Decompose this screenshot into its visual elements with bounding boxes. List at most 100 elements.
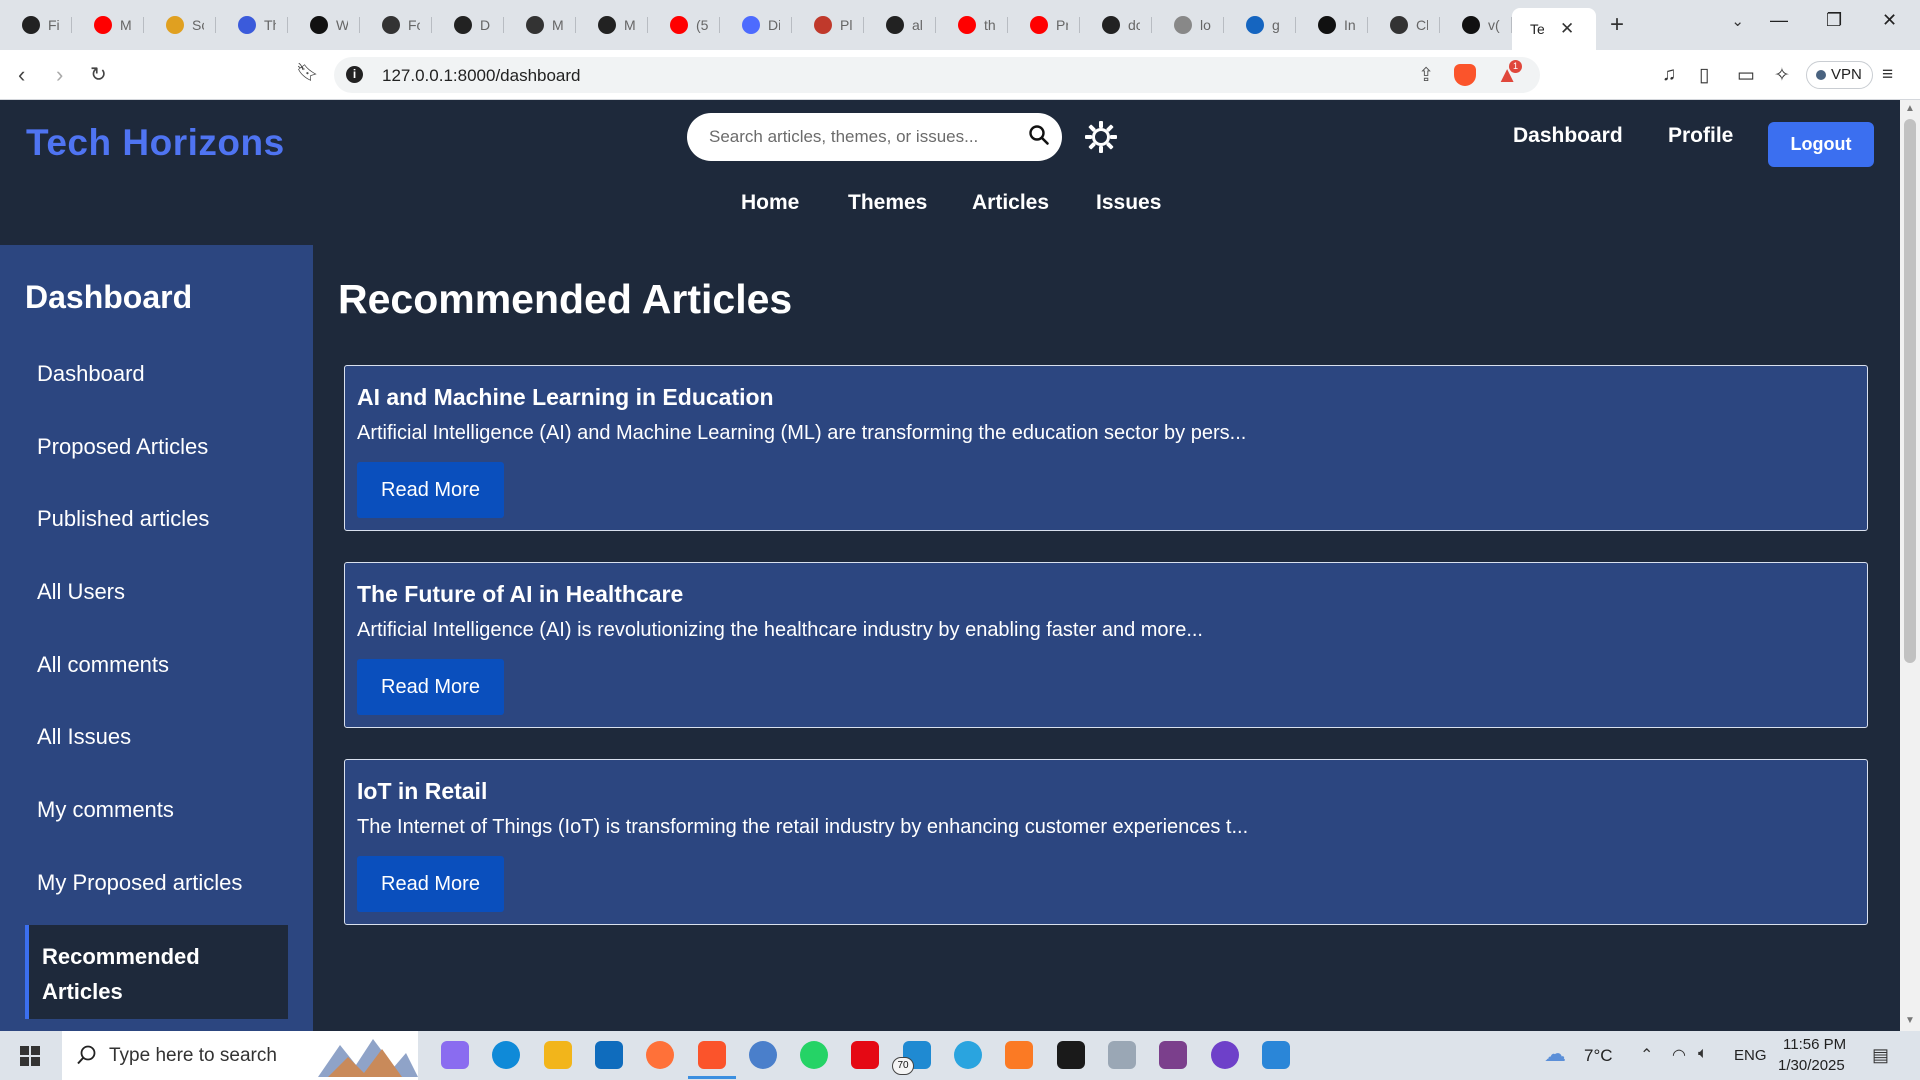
browser-tab[interactable]: dc bbox=[1080, 8, 1152, 42]
netflix-icon[interactable] bbox=[851, 1041, 879, 1069]
sidebar-item-dashboard[interactable]: Dashboard bbox=[37, 361, 145, 387]
sidebar-item-published-articles[interactable]: Published articles bbox=[37, 506, 209, 532]
windows-start-icon[interactable] bbox=[20, 1046, 40, 1066]
logout-button[interactable]: Logout bbox=[1768, 122, 1874, 167]
browser-tab[interactable]: al bbox=[864, 8, 936, 42]
read-more-button[interactable]: Read More bbox=[357, 856, 504, 912]
copilot-icon[interactable] bbox=[441, 1041, 469, 1069]
sidebar-item-all-comments[interactable]: All comments bbox=[37, 652, 169, 678]
url-bar[interactable]: i 127.0.0.1:8000/dashboard ⇪ ▲ 1 bbox=[334, 57, 1540, 93]
site-brand[interactable]: Tech Horizons bbox=[26, 122, 285, 164]
browser-tab[interactable]: Sc bbox=[144, 8, 216, 42]
firefox-icon[interactable] bbox=[646, 1041, 674, 1069]
browser-tab[interactable]: (5 bbox=[648, 8, 720, 42]
leo-ai-icon[interactable]: ✧ bbox=[1774, 64, 1790, 87]
browser-tab[interactable]: Fc bbox=[360, 8, 432, 42]
scroll-down-icon[interactable]: ▼ bbox=[1905, 1015, 1915, 1026]
terminal-icon[interactable] bbox=[1057, 1041, 1085, 1069]
brave-shields-icon[interactable] bbox=[1454, 64, 1476, 86]
forward-icon[interactable]: › bbox=[56, 62, 63, 88]
weather-icon[interactable]: ☁ bbox=[1544, 1041, 1566, 1067]
nav-articles[interactable]: Articles bbox=[972, 191, 1049, 215]
browser-tab[interactable]: Cl bbox=[1368, 8, 1440, 42]
search-input[interactable] bbox=[709, 113, 1019, 161]
whatsapp-icon[interactable] bbox=[800, 1041, 828, 1069]
browser-tab[interactable]: M bbox=[72, 8, 144, 42]
minimize-icon[interactable]: — bbox=[1770, 10, 1788, 31]
browser-tab[interactable]: Di bbox=[720, 8, 792, 42]
media-icon[interactable]: ♫ bbox=[1662, 64, 1676, 86]
url-text[interactable]: 127.0.0.1:8000/dashboard bbox=[382, 66, 581, 86]
winrar-icon[interactable] bbox=[1159, 1041, 1187, 1069]
menu-icon[interactable]: ≡ bbox=[1882, 64, 1893, 86]
close-tab-icon[interactable]: ✕ bbox=[1560, 19, 1574, 39]
sidebar-item-proposed-articles[interactable]: Proposed Articles bbox=[37, 434, 208, 460]
read-more-button[interactable]: Read More bbox=[357, 462, 504, 518]
site-info-icon[interactable]: i bbox=[346, 66, 363, 83]
edge-icon[interactable] bbox=[492, 1041, 520, 1069]
wallet-icon[interactable]: ▭ bbox=[1737, 64, 1755, 87]
taskbar-search[interactable]: Type here to search bbox=[62, 1031, 418, 1080]
window-close-icon[interactable]: ✕ bbox=[1882, 10, 1897, 31]
browser-tab[interactable]: Pl bbox=[792, 8, 864, 42]
sidebar-item-all-users[interactable]: All Users bbox=[37, 579, 125, 605]
page-scrollbar[interactable]: ▲ ▼ bbox=[1900, 100, 1920, 1031]
search-icon[interactable] bbox=[1028, 124, 1050, 151]
brave-icon[interactable] bbox=[688, 1041, 736, 1079]
browser-tab[interactable]: lo bbox=[1152, 8, 1224, 42]
share-icon[interactable]: ⇪ bbox=[1418, 64, 1434, 87]
outlook-icon[interactable] bbox=[595, 1041, 623, 1069]
sidebar-item-my-comments[interactable]: My comments bbox=[37, 797, 174, 823]
nav-home[interactable]: Home bbox=[741, 191, 799, 215]
nav-themes[interactable]: Themes bbox=[848, 191, 927, 215]
browser-tab[interactable]: W bbox=[288, 8, 360, 42]
bookmark-icon[interactable]: 🔖︎ bbox=[296, 62, 319, 83]
telegram-icon[interactable] bbox=[954, 1041, 982, 1069]
qbittorrent-icon[interactable] bbox=[749, 1041, 777, 1069]
read-more-button[interactable]: Read More bbox=[357, 659, 504, 715]
browser-tab[interactable]: Th bbox=[216, 8, 288, 42]
browser-tab[interactable]: In bbox=[1296, 8, 1368, 42]
theme-toggle-icon[interactable] bbox=[1083, 119, 1119, 160]
openai-icon bbox=[382, 16, 400, 34]
sidebar-item-recommended-articles[interactable]: Recommended Articles bbox=[25, 925, 288, 1019]
tab-search-icon[interactable]: ⌄ bbox=[1731, 12, 1744, 30]
paint-icon[interactable] bbox=[1262, 1041, 1290, 1069]
tab-label: Cl bbox=[1416, 17, 1428, 33]
browser-tab[interactable]: Pr bbox=[1008, 8, 1080, 42]
sidebar-item-all-issues[interactable]: All Issues bbox=[37, 724, 131, 750]
browser-tab[interactable]: v( bbox=[1440, 8, 1512, 42]
browser-tab[interactable]: g bbox=[1224, 8, 1296, 42]
nav-dashboard-link[interactable]: Dashboard bbox=[1513, 124, 1623, 148]
browser-tab[interactable]: Fi bbox=[0, 8, 72, 42]
browser-tab[interactable]: th bbox=[936, 8, 1008, 42]
new-tab-icon[interactable]: + bbox=[1610, 11, 1624, 39]
browser-tab[interactable]: M bbox=[576, 8, 648, 42]
back-icon[interactable]: ‹ bbox=[18, 62, 25, 88]
nav-profile-link[interactable]: Profile bbox=[1668, 124, 1733, 148]
tab-active[interactable]: Te ✕ bbox=[1512, 8, 1596, 50]
browser-tab[interactable]: D bbox=[432, 8, 504, 42]
reload-icon[interactable]: ↻ bbox=[90, 62, 107, 87]
wifi-icon[interactable]: ◠ bbox=[1672, 1045, 1686, 1065]
github-desktop-icon[interactable] bbox=[1211, 1041, 1239, 1069]
chevron-up-icon[interactable]: ⌃ bbox=[1640, 1045, 1653, 1065]
notifications-icon[interactable]: ▤ bbox=[1872, 1045, 1889, 1066]
file-explorer-icon[interactable] bbox=[544, 1041, 572, 1069]
clock-time[interactable]: 11:56 PM bbox=[1783, 1036, 1846, 1053]
weather-temp[interactable]: 7°C bbox=[1584, 1046, 1613, 1066]
browser-tab[interactable]: M bbox=[504, 8, 576, 42]
scrollbar-thumb[interactable] bbox=[1904, 119, 1916, 663]
sidebar-item-my-proposed-articles[interactable]: My Proposed articles bbox=[37, 870, 242, 896]
clock-date[interactable]: 1/30/2025 bbox=[1778, 1057, 1845, 1074]
scroll-up-icon[interactable]: ▲ bbox=[1905, 103, 1915, 114]
restore-icon[interactable]: ❐ bbox=[1826, 10, 1842, 31]
nav-issues[interactable]: Issues bbox=[1096, 191, 1161, 215]
vpn-button[interactable]: VPN bbox=[1806, 61, 1873, 89]
tab-label: D bbox=[480, 17, 491, 33]
language-indicator[interactable]: ENG bbox=[1734, 1047, 1767, 1064]
sidebar-toggle-icon[interactable]: ▯ bbox=[1699, 64, 1709, 87]
xampp-icon[interactable] bbox=[1005, 1041, 1033, 1069]
volume-icon[interactable]: 🔈︎ bbox=[1698, 1045, 1708, 1063]
photos-icon[interactable] bbox=[1108, 1041, 1136, 1069]
